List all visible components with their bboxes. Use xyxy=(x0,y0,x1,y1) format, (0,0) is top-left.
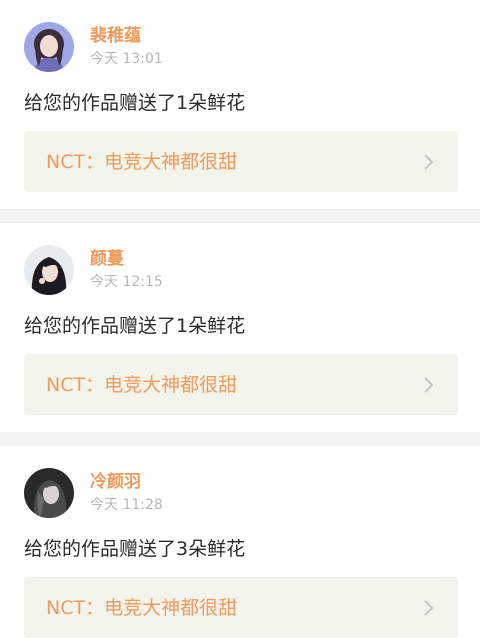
timestamp: 今天 11:28 xyxy=(90,497,163,513)
avatar[interactable] xyxy=(24,22,74,72)
work-title: NCT：电竞大神都很甜 xyxy=(46,373,238,396)
notification-message: 给您的作品赠送了1朵鲜花 xyxy=(24,315,246,337)
chevron-right-icon xyxy=(424,599,434,616)
username[interactable]: 裴稚蕴 xyxy=(90,25,163,47)
section-divider xyxy=(0,432,480,446)
username[interactable]: 冷颜羽 xyxy=(90,471,163,493)
user-meta: 裴稚蕴 今天 13:01 xyxy=(90,25,163,69)
notification-card: 颜蔓 今天 12:15 给您的作品赠送了1朵鲜花 NCT：电竞大神都很甜 xyxy=(0,223,480,432)
notification-header: 颜蔓 今天 12:15 xyxy=(24,245,163,295)
work-link-card[interactable]: NCT：电竞大神都很甜 xyxy=(24,577,458,638)
section-divider xyxy=(0,209,480,223)
notification-message: 给您的作品赠送了1朵鲜花 xyxy=(24,92,246,114)
notification-card: 裴稚蕴 今天 13:01 给您的作品赠送了1朵鲜花 NCT：电竞大神都很甜 xyxy=(0,0,480,209)
work-title: NCT：电竞大神都很甜 xyxy=(46,150,238,173)
work-title: NCT：电竞大神都很甜 xyxy=(46,596,238,619)
avatar[interactable] xyxy=(24,245,74,295)
user-meta: 冷颜羽 今天 11:28 xyxy=(90,471,163,515)
work-link-card[interactable]: NCT：电竞大神都很甜 xyxy=(24,131,458,192)
timestamp: 今天 12:15 xyxy=(90,274,163,290)
notification-header: 冷颜羽 今天 11:28 xyxy=(24,468,163,518)
avatar-image xyxy=(24,468,74,518)
chevron-right-icon xyxy=(424,376,434,393)
avatar-image xyxy=(24,245,74,295)
user-meta: 颜蔓 今天 12:15 xyxy=(90,248,163,292)
timestamp: 今天 13:01 xyxy=(90,51,163,67)
chevron-right-icon xyxy=(424,153,434,170)
avatar-image xyxy=(24,22,74,72)
notification-message: 给您的作品赠送了3朵鲜花 xyxy=(24,538,246,560)
notification-header: 裴稚蕴 今天 13:01 xyxy=(24,22,163,72)
avatar[interactable] xyxy=(24,468,74,518)
notification-feed: 裴稚蕴 今天 13:01 给您的作品赠送了1朵鲜花 NCT：电竞大神都很甜 颜蔓… xyxy=(0,0,480,638)
username[interactable]: 颜蔓 xyxy=(90,248,163,270)
work-link-card[interactable]: NCT：电竞大神都很甜 xyxy=(24,354,458,415)
notification-card: 冷颜羽 今天 11:28 给您的作品赠送了3朵鲜花 NCT：电竞大神都很甜 xyxy=(0,446,480,638)
